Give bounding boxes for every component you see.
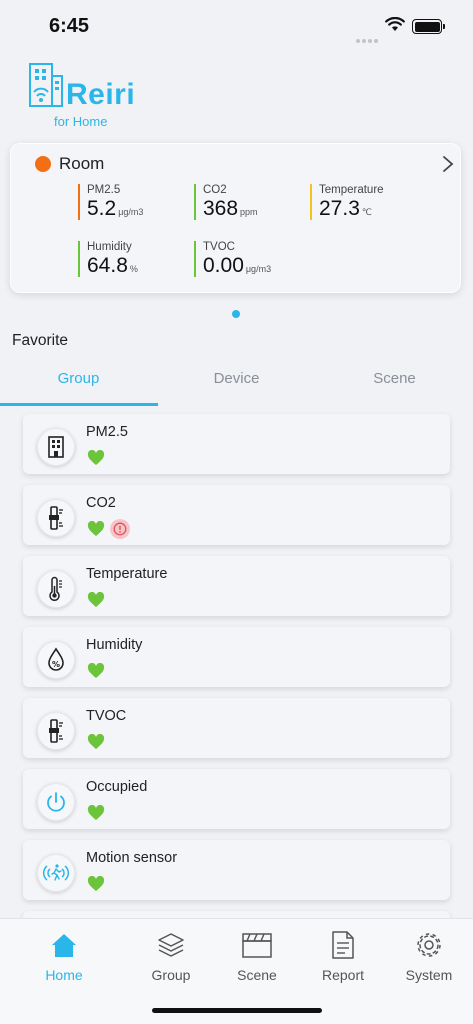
sensor-icon [37,499,75,537]
wifi-icon [385,17,405,31]
logo-wordmark: Reiri [66,78,136,111]
nav-scene[interactable]: Scene [217,929,297,983]
metric-unit: % [129,264,138,274]
metric-value: 5.2 [87,197,117,220]
chevron-right-icon[interactable] [442,155,454,173]
active-tab-underline [0,403,158,406]
metric-unit: μg/m3 [118,207,144,217]
metric-value: 0.00 [203,254,244,277]
metric-unit: ppm [240,207,258,217]
signal-dots-icon [356,30,380,48]
favorite-title: Favorite [12,332,68,349]
room-status-dot [35,156,51,172]
heart-icon[interactable] [87,450,105,466]
metric-unit: μg/m3 [245,264,272,274]
favorite-tabs: Group Device Scene [0,360,473,406]
svg-text:%: % [52,660,60,669]
metric-unit: ℃ [361,207,372,217]
motion-sensor-icon [37,854,75,892]
clapperboard-icon [217,929,297,961]
metric-value: 64.8 [87,254,128,277]
logo-subtitle: for Home [54,114,108,129]
metric-label: PM2.5 [87,184,121,196]
item-label: Humidity [86,637,143,653]
metric-label: Humidity [87,241,132,253]
page-indicator-dot[interactable] [232,310,240,318]
nav-label: Home [45,967,83,983]
thermometer-icon [37,570,75,608]
heart-icon[interactable] [87,876,105,892]
home-icon [24,929,104,961]
heart-icon[interactable] [87,663,105,679]
list-item[interactable]: TVOC [23,698,450,758]
item-label: TVOC [86,708,127,724]
metric-co2: CO2 368 ppm [194,184,258,220]
item-label: Occupied [86,779,148,795]
tab-scene[interactable]: Scene [316,370,473,387]
item-label: Temperature [86,566,168,582]
nav-label: Scene [237,967,277,983]
metric-label: TVOC [203,241,235,253]
list-item[interactable]: Temperature [23,556,450,616]
heart-icon[interactable] [87,592,105,608]
list-item[interactable]: Motion sensor [23,840,450,900]
item-label: Motion sensor [86,850,178,866]
status-bar: 6:45 [0,0,473,54]
list-item[interactable]: PM2.5 [23,414,450,474]
metric-label: CO2 [203,184,227,196]
heart-icon[interactable] [87,521,105,537]
gear-icon [389,929,469,961]
list-item[interactable]: CO2 [23,485,450,545]
item-label: CO2 [86,495,116,511]
home-indicator [152,1008,322,1013]
sensor-icon [37,712,75,750]
nav-report[interactable]: Report [303,929,383,983]
building-wifi-logo-icon [29,63,63,107]
list-item[interactable]: Occupied [23,769,450,829]
nav-label: System [405,967,453,983]
layers-icon [131,929,211,961]
humidity-drop-icon: % [37,641,75,679]
nav-label: Group [151,967,191,983]
tab-device[interactable]: Device [158,370,315,387]
list-item[interactable]: % Humidity [23,627,450,687]
building-icon [37,428,75,466]
metric-temperature: Temperature 27.3 ℃ [310,184,384,220]
nav-system[interactable]: System [389,929,469,983]
metric-value: 368 [203,197,239,220]
nav-home[interactable]: Home [24,929,104,983]
room-name: Room [59,154,105,173]
heart-icon[interactable] [87,734,105,750]
heart-icon[interactable] [87,805,105,821]
metric-humidity: Humidity 64.8% [78,241,138,277]
report-icon [303,929,383,961]
tab-group[interactable]: Group [0,370,157,387]
power-icon [37,783,75,821]
status-time: 6:45 [49,15,90,37]
item-label: PM2.5 [86,424,128,440]
room-summary-card[interactable]: Room PM2.5 5.2 μg/m3 CO2 368 ppm Temperatu… [10,143,461,293]
metric-pm25: PM2.5 5.2 μg/m3 [78,184,143,220]
nav-group[interactable]: Group [131,929,211,983]
nav-label: Report [321,967,365,983]
app-logo: Reiri for Home [28,62,148,132]
metric-value: 27.3 [319,197,360,220]
metric-label: Temperature [319,184,384,196]
battery-icon [412,19,445,34]
metric-tvoc: TVOC 0.00 μg/m3 [194,241,271,277]
alert-icon[interactable] [110,519,130,539]
